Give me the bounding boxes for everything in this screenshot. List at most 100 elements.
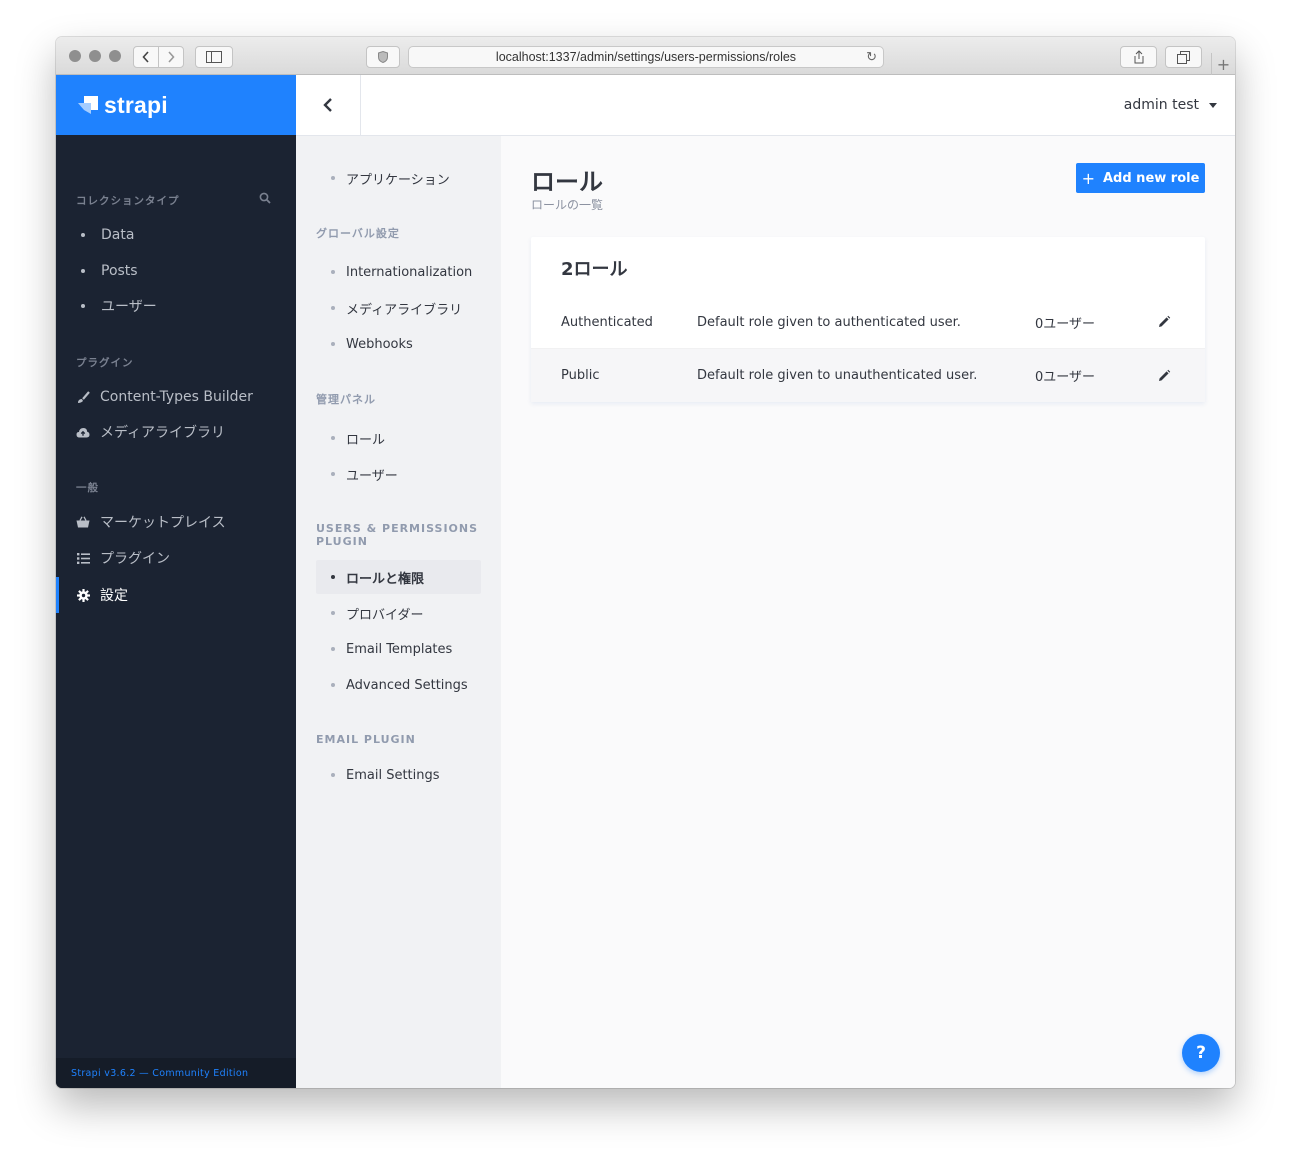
close-window-button[interactable] — [69, 50, 81, 62]
privacy-shield-button[interactable] — [366, 46, 400, 68]
address-bar-url: localhost:1337/admin/settings/users-perm… — [495, 50, 797, 64]
plugins-heading: プラグイン — [76, 357, 134, 369]
email-plugin-heading: EMAIL PLUGIN — [316, 733, 416, 746]
nav-item-label: プラグイン — [100, 551, 170, 567]
subnav-item-providers[interactable]: プロバイダー — [316, 596, 481, 630]
table-row[interactable]: Public Default role given to unauthentic… — [531, 348, 1205, 402]
strapi-logo[interactable]: strapi — [56, 75, 296, 135]
list-icon — [76, 552, 90, 564]
bullet-icon — [331, 773, 335, 777]
nav-item-data[interactable]: Data — [76, 225, 134, 245]
bullet-icon — [81, 304, 85, 308]
role-user-count: 0ユーザー — [1035, 316, 1096, 332]
admin-panel-heading: 管理パネル — [316, 393, 376, 406]
address-bar[interactable]: localhost:1337/admin/settings/users-perm… — [408, 46, 884, 68]
subnav-item-email-settings[interactable]: Email Settings — [316, 758, 481, 792]
role-user-count: 0ユーザー — [1035, 370, 1096, 385]
nav-item-users[interactable]: ユーザー — [76, 296, 157, 316]
role-name: Public — [561, 368, 600, 383]
bullet-icon — [81, 269, 85, 273]
nav-item-posts[interactable]: Posts — [76, 261, 138, 281]
caret-down-icon — [1209, 102, 1217, 108]
subnav-item-application[interactable]: アプリケーション — [316, 161, 481, 195]
bullet-icon — [331, 436, 335, 440]
browser-titlebar: localhost:1337/admin/settings/users-perm… — [56, 37, 1235, 75]
shopping-basket-icon — [76, 516, 90, 528]
help-button[interactable]: ? — [1182, 1034, 1220, 1072]
add-new-role-button[interactable]: + Add new role — [1076, 163, 1205, 193]
subnav-item-webhooks[interactable]: Webhooks — [316, 327, 481, 361]
browser-back-button[interactable] — [133, 46, 159, 68]
bullet-icon — [331, 176, 335, 180]
sidebar-icon — [206, 51, 222, 63]
nav-item-plugins[interactable]: プラグイン — [76, 548, 170, 568]
nav-item-label: 設定 — [100, 588, 128, 604]
subnav-item-label: ロール — [346, 432, 386, 448]
zoom-window-button[interactable] — [109, 50, 121, 62]
tabs-icon — [1177, 50, 1190, 64]
brand-name: strapi — [104, 91, 168, 118]
top-header: admin test — [296, 75, 1235, 136]
role-description: Default role given to authenticated user… — [697, 314, 961, 330]
bullet-icon — [331, 647, 335, 651]
strapi-logo-icon — [78, 96, 98, 114]
nav-item-label: ユーザー — [101, 299, 157, 315]
share-icon — [1134, 50, 1143, 64]
new-tab-button[interactable]: + — [1211, 53, 1235, 75]
subnav-item-admin-users[interactable]: ユーザー — [316, 457, 481, 491]
nav-item-label: Content-Types Builder — [100, 389, 253, 405]
subnav-item-label: Webhooks — [346, 336, 413, 352]
collection-types-heading: コレクションタイプ — [76, 195, 180, 207]
bullet-icon — [331, 575, 335, 579]
subnav-item-email-templates[interactable]: Email Templates — [316, 632, 481, 666]
share-button[interactable] — [1120, 46, 1157, 68]
pencil-icon[interactable] — [1157, 315, 1171, 329]
page-title: ロール — [531, 168, 603, 196]
chevron-right-icon — [168, 51, 175, 63]
version-footer: Strapi v3.6.2 — Community Edition — [56, 1058, 296, 1088]
bullet-icon — [331, 270, 335, 274]
nav-item-label: マーケットプレイス — [100, 515, 226, 531]
role-description: Default role given to unauthenticated us… — [697, 368, 978, 383]
subnav-item-label: Internationalization — [346, 264, 473, 280]
page-subtitle: ロールの一覧 — [531, 198, 604, 212]
user-menu-toggle[interactable]: admin test — [1124, 75, 1217, 135]
back-button[interactable] — [296, 75, 361, 135]
nav-item-label: メディアライブラリ — [100, 425, 226, 441]
tabs-overview-button[interactable] — [1165, 46, 1202, 68]
subnav-item-internationalization[interactable]: Internationalization — [316, 255, 481, 289]
bullet-icon — [331, 611, 335, 615]
nav-item-settings[interactable]: 設定 — [76, 585, 128, 605]
chevron-left-icon — [323, 98, 332, 112]
roles-count-title: 2ロール — [561, 259, 628, 280]
user-name: admin test — [1123, 97, 1199, 113]
nav-item-label: Data — [101, 227, 135, 243]
reload-icon[interactable]: ↻ — [866, 49, 877, 65]
bullet-icon — [81, 233, 85, 237]
subnav-item-label: Email Settings — [346, 767, 440, 783]
active-indicator — [56, 577, 59, 613]
nav-item-marketplace[interactable]: マーケットプレイス — [76, 512, 226, 532]
subnav-item-admin-roles[interactable]: ロール — [316, 421, 481, 455]
pencil-icon[interactable] — [1157, 369, 1171, 383]
subnav-item-roles-permissions[interactable]: ロールと権限 — [316, 560, 481, 594]
subnav-item-advanced-settings[interactable]: Advanced Settings — [316, 668, 481, 702]
users-permissions-heading: USERS & PERMISSIONS PLUGIN — [316, 522, 479, 548]
subnav-item-label: Advanced Settings — [346, 677, 468, 693]
role-name: Authenticated — [561, 314, 653, 330]
sidebar-toggle-button[interactable] — [195, 46, 233, 68]
bullet-icon — [331, 342, 335, 346]
browser-forward-button[interactable] — [158, 46, 184, 68]
nav-item-media-library[interactable]: メディアライブラリ — [76, 422, 225, 442]
table-row[interactable]: Authenticated Default role given to auth… — [531, 295, 1205, 349]
minimize-window-button[interactable] — [89, 50, 101, 62]
nav-item-content-types-builder[interactable]: Content-Types Builder — [76, 387, 253, 407]
roles-list-card: 2ロール Authenticated Default role given to… — [531, 237, 1205, 402]
search-icon[interactable] — [259, 192, 271, 204]
subnav-item-media-library[interactable]: メディアライブラリ — [316, 291, 481, 325]
subnav-item-label: プロバイダー — [346, 607, 424, 623]
subnav-item-label: アプリケーション — [346, 172, 450, 188]
add-new-role-label: Add new role — [1102, 170, 1200, 186]
global-settings-heading: グローバル設定 — [316, 227, 400, 240]
general-heading: 一般 — [76, 482, 99, 494]
